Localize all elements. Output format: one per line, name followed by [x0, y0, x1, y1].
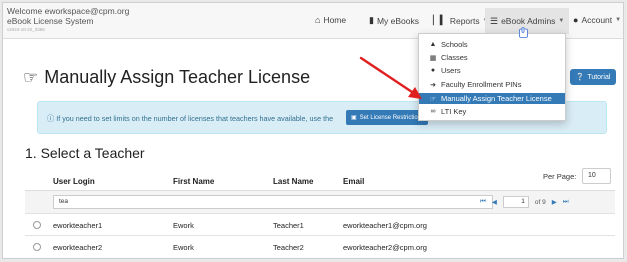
prev-page-icon[interactable]: ◀: [492, 198, 497, 206]
welcome-text: Welcome eworkspace@cpm.org: [7, 6, 130, 16]
ebook-admins-dropdown: ▲ Schools ▦ Classes ● Users ➜ Faculty En…: [418, 33, 566, 121]
nav-my-ebooks-label: My eBooks: [376, 15, 419, 26]
nav-account[interactable]: ● Account ▼: [573, 15, 621, 25]
page-title-text: Manually Assign Teacher License: [44, 67, 311, 87]
section-heading: 1. Select a Teacher: [25, 145, 145, 161]
table-row[interactable]: eworkteacher1 Ework Teacher1 eworkteache…: [25, 213, 615, 235]
menu-item-label: Schools: [441, 40, 468, 49]
page-count: of 9: [534, 198, 546, 206]
sign-in-icon: ➜: [430, 81, 436, 89]
column-header-user-login[interactable]: User Login: [53, 177, 95, 186]
info-text: ⓘ If you need to set limits on the numbe…: [47, 114, 333, 124]
app-frame: Welcome eworkspace@cpm.org eBook License…: [2, 2, 624, 259]
per-page-input[interactable]: 10: [582, 168, 611, 184]
menu-item-label: Manually Assign Teacher License: [441, 94, 552, 103]
tutorial-label: Tutorial: [587, 73, 611, 81]
menu-item-label: Users: [441, 66, 461, 75]
version-text: v2024-10-22_3366: [7, 27, 45, 32]
menu-item-classes[interactable]: ▦ Classes: [419, 52, 565, 63]
last-page-icon[interactable]: ⏭: [563, 198, 569, 206]
next-page-icon[interactable]: ▶: [552, 198, 557, 206]
page-title: ☞ Manually Assign Teacher License: [23, 67, 310, 88]
user-icon: ●: [573, 15, 579, 25]
column-header-first-name[interactable]: First Name: [173, 177, 214, 186]
menu-item-lti-key[interactable]: ∞ LTI Key: [419, 106, 565, 117]
set-license-restrictions-label: Set License Restrictions: [359, 114, 425, 121]
first-page-icon[interactable]: ⏮: [480, 198, 486, 206]
cell-last-name: Teacher2: [273, 243, 304, 252]
menu-item-manually-assign-teacher-license[interactable]: ☞ Manually Assign Teacher License: [419, 93, 565, 104]
system-name: eBook License System: [7, 16, 94, 26]
chevron-down-icon: ▼: [558, 18, 565, 24]
per-page-label: Per Page:: [543, 172, 577, 181]
user-icon: ●: [430, 67, 436, 74]
bar-chart-icon: ▏▍: [433, 15, 447, 25]
hand-pointer-icon: ☞: [23, 67, 39, 87]
mouse-cursor-icon: [519, 27, 528, 38]
hand-pointer-icon: ☞: [429, 95, 437, 103]
row-radio[interactable]: [33, 243, 41, 251]
cell-login: eworkteacher2: [53, 243, 103, 252]
nav-reports-label: Reports: [449, 15, 480, 26]
brand: Welcome eworkspace@cpm.org eBook License…: [7, 6, 129, 34]
cell-first-name: Ework: [173, 243, 194, 252]
column-header-last-name[interactable]: Last Name: [273, 177, 313, 186]
question-circle-icon: ❔: [575, 74, 585, 81]
nav-home[interactable]: ⌂ Home: [315, 15, 346, 25]
nav-my-ebooks[interactable]: ▮ My eBooks: [369, 15, 419, 26]
link-icon: ∞: [430, 108, 436, 115]
calendar-icon: ▦: [429, 54, 437, 62]
list-icon: ☰: [490, 15, 499, 26]
nav-home-label: Home: [323, 15, 347, 25]
graduation-cap-icon: ▲: [429, 41, 437, 48]
cell-email: eworkteacher1@cpm.org: [343, 221, 427, 230]
search-input[interactable]: tea: [53, 195, 493, 209]
filter-row: tea ⏮ ◀ 1 of 9 ▶ ⏭: [25, 191, 615, 213]
pagination: ⏮ ◀ 1 of 9 ▶ ⏭: [480, 195, 569, 209]
menu-item-schools[interactable]: ▲ Schools: [419, 39, 565, 50]
menu-item-users[interactable]: ● Users: [419, 65, 565, 76]
lock-icon: ▣: [351, 115, 357, 121]
menu-item-label: LTI Key: [441, 107, 467, 116]
tutorial-button[interactable]: ❔ Tutorial: [570, 69, 616, 85]
row-radio[interactable]: [33, 221, 41, 229]
cell-last-name: Teacher1: [273, 221, 304, 230]
cell-email: eworkteacher2@cpm.org: [343, 243, 427, 252]
info-circle-icon: ⓘ: [47, 114, 55, 123]
menu-item-label: Faculty Enrollment PINs: [441, 80, 522, 89]
nav-reports[interactable]: ▏▍ Reports ▼: [433, 15, 489, 26]
table-row[interactable]: eworkteacher2 Ework Teacher2 eworkteache…: [25, 235, 615, 257]
cell-login: eworkteacher1: [53, 221, 103, 230]
nav-ebook-admins-label: eBook Admins: [501, 16, 556, 26]
annotation-arrow: [359, 56, 422, 99]
chevron-down-icon: ▼: [615, 17, 622, 23]
home-icon: ⌂: [315, 15, 321, 25]
column-header-email[interactable]: Email: [343, 177, 364, 186]
menu-item-label: Classes: [441, 53, 468, 62]
cell-first-name: Ework: [173, 221, 194, 230]
page-number-input[interactable]: 1: [502, 196, 529, 208]
set-license-restrictions-button[interactable]: ▣ Set License Restrictions: [346, 110, 428, 125]
book-icon: ▮: [369, 15, 374, 25]
nav-account-label: Account: [581, 15, 613, 25]
menu-item-faculty-enrollment-pins[interactable]: ➜ Faculty Enrollment PINs: [419, 79, 565, 90]
info-message: If you need to set limits on the number …: [56, 114, 334, 123]
